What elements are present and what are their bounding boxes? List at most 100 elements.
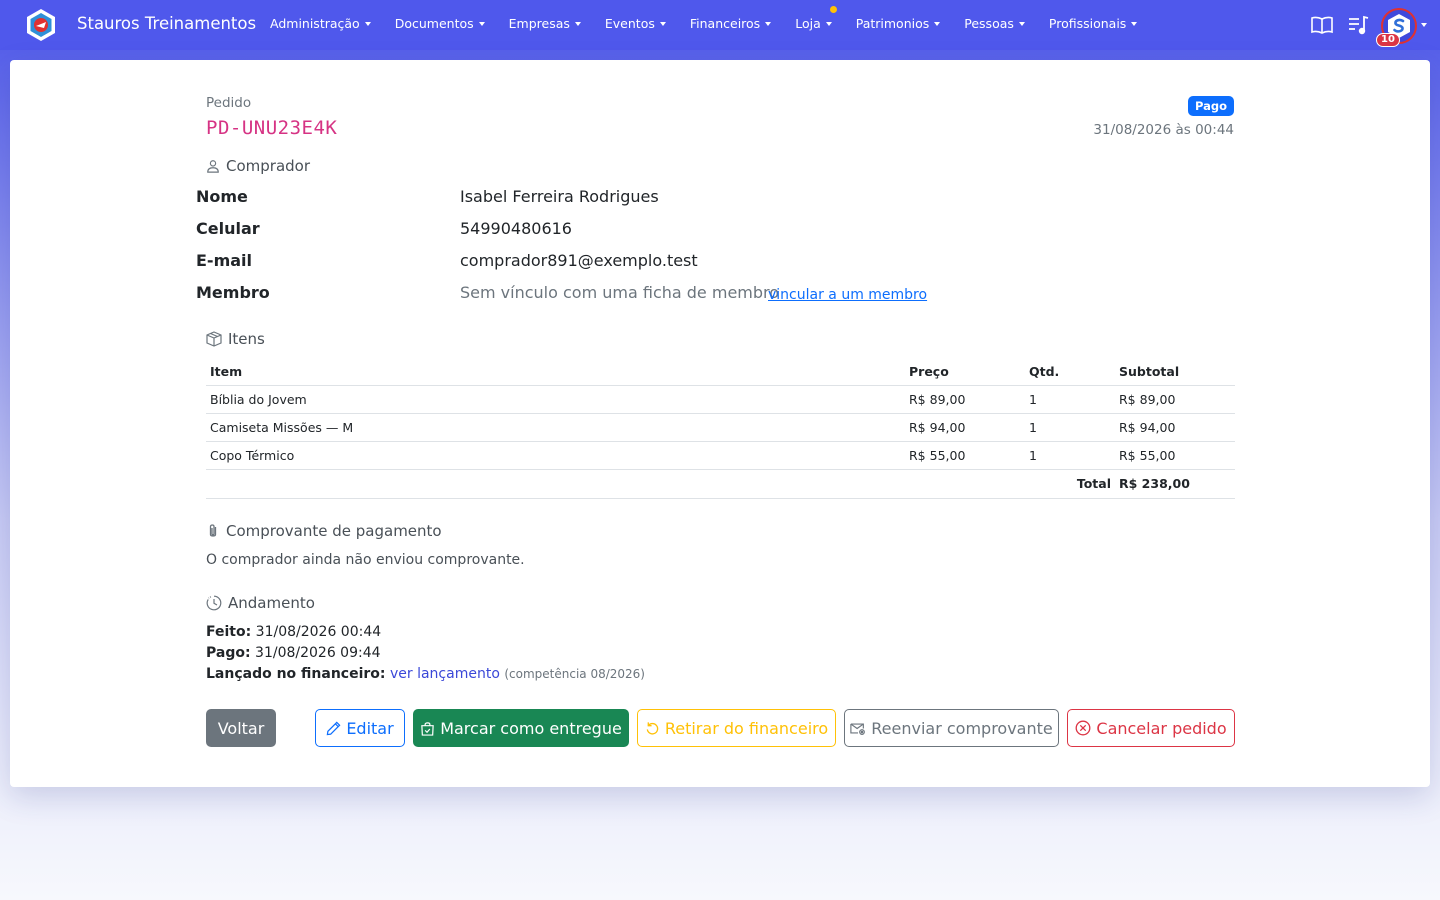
main-menu: Administração Documentos Empresas Evento… bbox=[270, 6, 1161, 31]
cancel-order-label: Cancelar pedido bbox=[1096, 718, 1227, 738]
arrow-counterclockwise-icon bbox=[646, 721, 659, 735]
phone-value: 54990480616 bbox=[460, 219, 572, 238]
paid-value: 31/08/2026 09:44 bbox=[255, 645, 381, 661]
total-value: R$ 238,00 bbox=[1115, 469, 1235, 499]
progress-section-title: Andamento bbox=[206, 594, 315, 612]
clock-history-icon bbox=[206, 595, 222, 611]
caret-down-icon bbox=[478, 21, 485, 26]
pencil-icon bbox=[327, 721, 341, 735]
caret-down-icon bbox=[934, 21, 941, 26]
caret-down-icon bbox=[765, 21, 772, 26]
paid-line: Pago: 31/08/2026 09:44 bbox=[206, 645, 381, 661]
caret-down-icon bbox=[659, 21, 666, 26]
person-icon bbox=[207, 160, 219, 173]
table-row: Copo Térmico R$ 55,00 1 R$ 55,00 bbox=[206, 441, 1235, 470]
back-button[interactable]: Voltar bbox=[206, 709, 276, 747]
receipt-message: O comprador ainda não enviou comprovante… bbox=[206, 552, 525, 568]
column-header-price: Preço bbox=[905, 358, 1025, 386]
edit-button-label: Editar bbox=[346, 718, 394, 738]
menu-eventos[interactable]: Eventos bbox=[605, 16, 666, 31]
receipt-section-label: Comprovante de pagamento bbox=[226, 522, 442, 540]
menu-patrimonios[interactable]: Patrimonios bbox=[856, 16, 941, 31]
phone-label: Celular bbox=[196, 219, 260, 238]
column-header-item: Item bbox=[206, 358, 905, 386]
menu-profissionais[interactable]: Profissionais bbox=[1049, 16, 1138, 31]
table-row: Bíblia do Jovem R$ 89,00 1 R$ 89,00 bbox=[206, 385, 1235, 414]
top-navbar: Stauros Treinamentos Administração Docum… bbox=[0, 0, 1440, 50]
menu-pessoas[interactable]: Pessoas bbox=[964, 16, 1025, 31]
cell-qty: 1 bbox=[1025, 385, 1115, 414]
menu-empresas[interactable]: Empresas bbox=[509, 16, 581, 31]
x-circle-icon bbox=[1075, 720, 1091, 736]
notification-count-badge: 10 bbox=[1376, 33, 1400, 47]
order-label: Pedido bbox=[206, 95, 252, 111]
total-row: Total R$ 238,00 bbox=[206, 469, 1235, 499]
made-label: Feito: bbox=[206, 624, 252, 640]
book-icon[interactable] bbox=[1310, 13, 1334, 37]
buyer-section-label: Comprador bbox=[226, 157, 311, 175]
cell-item: Camiseta Missões — M bbox=[206, 413, 905, 442]
finance-line: Lançado no financeiro: ver lançamento (c… bbox=[206, 666, 645, 682]
items-section-label: Itens bbox=[228, 330, 265, 348]
paperclip-icon bbox=[209, 524, 217, 537]
made-line: Feito: 31/08/2026 00:44 bbox=[206, 624, 381, 640]
caret-down-icon bbox=[574, 21, 581, 26]
notification-dot bbox=[829, 6, 837, 13]
caret-down-icon bbox=[1018, 21, 1025, 26]
receipt-section-title: Comprovante de pagamento bbox=[206, 522, 442, 540]
mark-delivered-label: Marcar como entregue bbox=[440, 718, 622, 738]
cell-qty: 1 bbox=[1025, 413, 1115, 442]
status-badge: Pago bbox=[1187, 96, 1234, 116]
cell-qty: 1 bbox=[1025, 441, 1115, 470]
brand-name[interactable]: Stauros Treinamentos bbox=[77, 14, 256, 33]
total-label: Total bbox=[206, 469, 1115, 499]
order-code: PD-UNU23E4K bbox=[206, 117, 338, 139]
envelope-gear-icon bbox=[850, 722, 866, 735]
caret-down-icon bbox=[825, 21, 832, 26]
caret-down-icon[interactable] bbox=[1421, 23, 1427, 27]
mark-delivered-button[interactable]: Marcar como entregue bbox=[413, 709, 629, 747]
email-value: comprador891@exemplo.test bbox=[460, 251, 698, 270]
cell-subtotal: R$ 89,00 bbox=[1115, 385, 1235, 414]
view-finance-entry-link[interactable]: ver lançamento bbox=[390, 666, 500, 682]
column-header-qty: Qtd. bbox=[1025, 358, 1115, 386]
made-value: 31/08/2026 00:44 bbox=[255, 624, 382, 640]
cell-price: R$ 55,00 bbox=[905, 441, 1025, 470]
name-value: Isabel Ferreira Rodrigues bbox=[460, 187, 659, 206]
link-member-button[interactable]: vincular a um membro bbox=[768, 287, 927, 303]
name-label: Nome bbox=[196, 187, 248, 206]
table-row: Camiseta Missões — M R$ 94,00 1 R$ 94,00 bbox=[206, 413, 1235, 442]
member-label: Membro bbox=[196, 283, 270, 302]
cancel-order-button[interactable]: Cancelar pedido bbox=[1067, 709, 1235, 747]
order-datetime: 31/08/2026 às 00:44 bbox=[1093, 122, 1234, 138]
paid-label: Pago: bbox=[206, 645, 251, 661]
cell-item: Copo Térmico bbox=[206, 441, 905, 470]
member-value: Sem vínculo com uma ficha de membro bbox=[460, 283, 780, 302]
order-card: Pedido PD-UNU23E4K Pago 31/08/2026 às 00… bbox=[10, 60, 1430, 787]
finance-label: Lançado no financeiro: bbox=[206, 666, 386, 682]
finance-note: (competência 08/2026) bbox=[504, 667, 645, 681]
box-icon bbox=[206, 331, 222, 347]
menu-financeiros[interactable]: Financeiros bbox=[690, 16, 772, 31]
resend-receipt-button[interactable]: Reenviar comprovante bbox=[844, 709, 1059, 747]
items-section-title: Itens bbox=[206, 330, 265, 348]
menu-loja[interactable]: Loja bbox=[795, 6, 837, 31]
cell-subtotal: R$ 55,00 bbox=[1115, 441, 1235, 470]
brand-logo-icon[interactable] bbox=[24, 8, 58, 42]
cell-price: R$ 94,00 bbox=[905, 413, 1025, 442]
remove-from-finance-button[interactable]: Retirar do financeiro bbox=[637, 709, 836, 747]
email-label: E-mail bbox=[196, 251, 253, 270]
table-header-row: Item Preço Qtd. Subtotal bbox=[206, 358, 1235, 386]
edit-button[interactable]: Editar bbox=[315, 709, 405, 747]
menu-documentos[interactable]: Documentos bbox=[395, 16, 485, 31]
resend-receipt-label: Reenviar comprovante bbox=[871, 718, 1053, 738]
back-button-label: Voltar bbox=[217, 718, 265, 738]
cell-price: R$ 89,00 bbox=[905, 385, 1025, 414]
column-header-subtotal: Subtotal bbox=[1115, 358, 1235, 386]
cell-subtotal: R$ 94,00 bbox=[1115, 413, 1235, 442]
menu-administracao[interactable]: Administração bbox=[270, 16, 371, 31]
remove-finance-label: Retirar do financeiro bbox=[664, 718, 829, 738]
caret-down-icon bbox=[1131, 21, 1138, 26]
playlist-icon[interactable] bbox=[1346, 13, 1370, 37]
bag-check-icon bbox=[421, 721, 434, 736]
